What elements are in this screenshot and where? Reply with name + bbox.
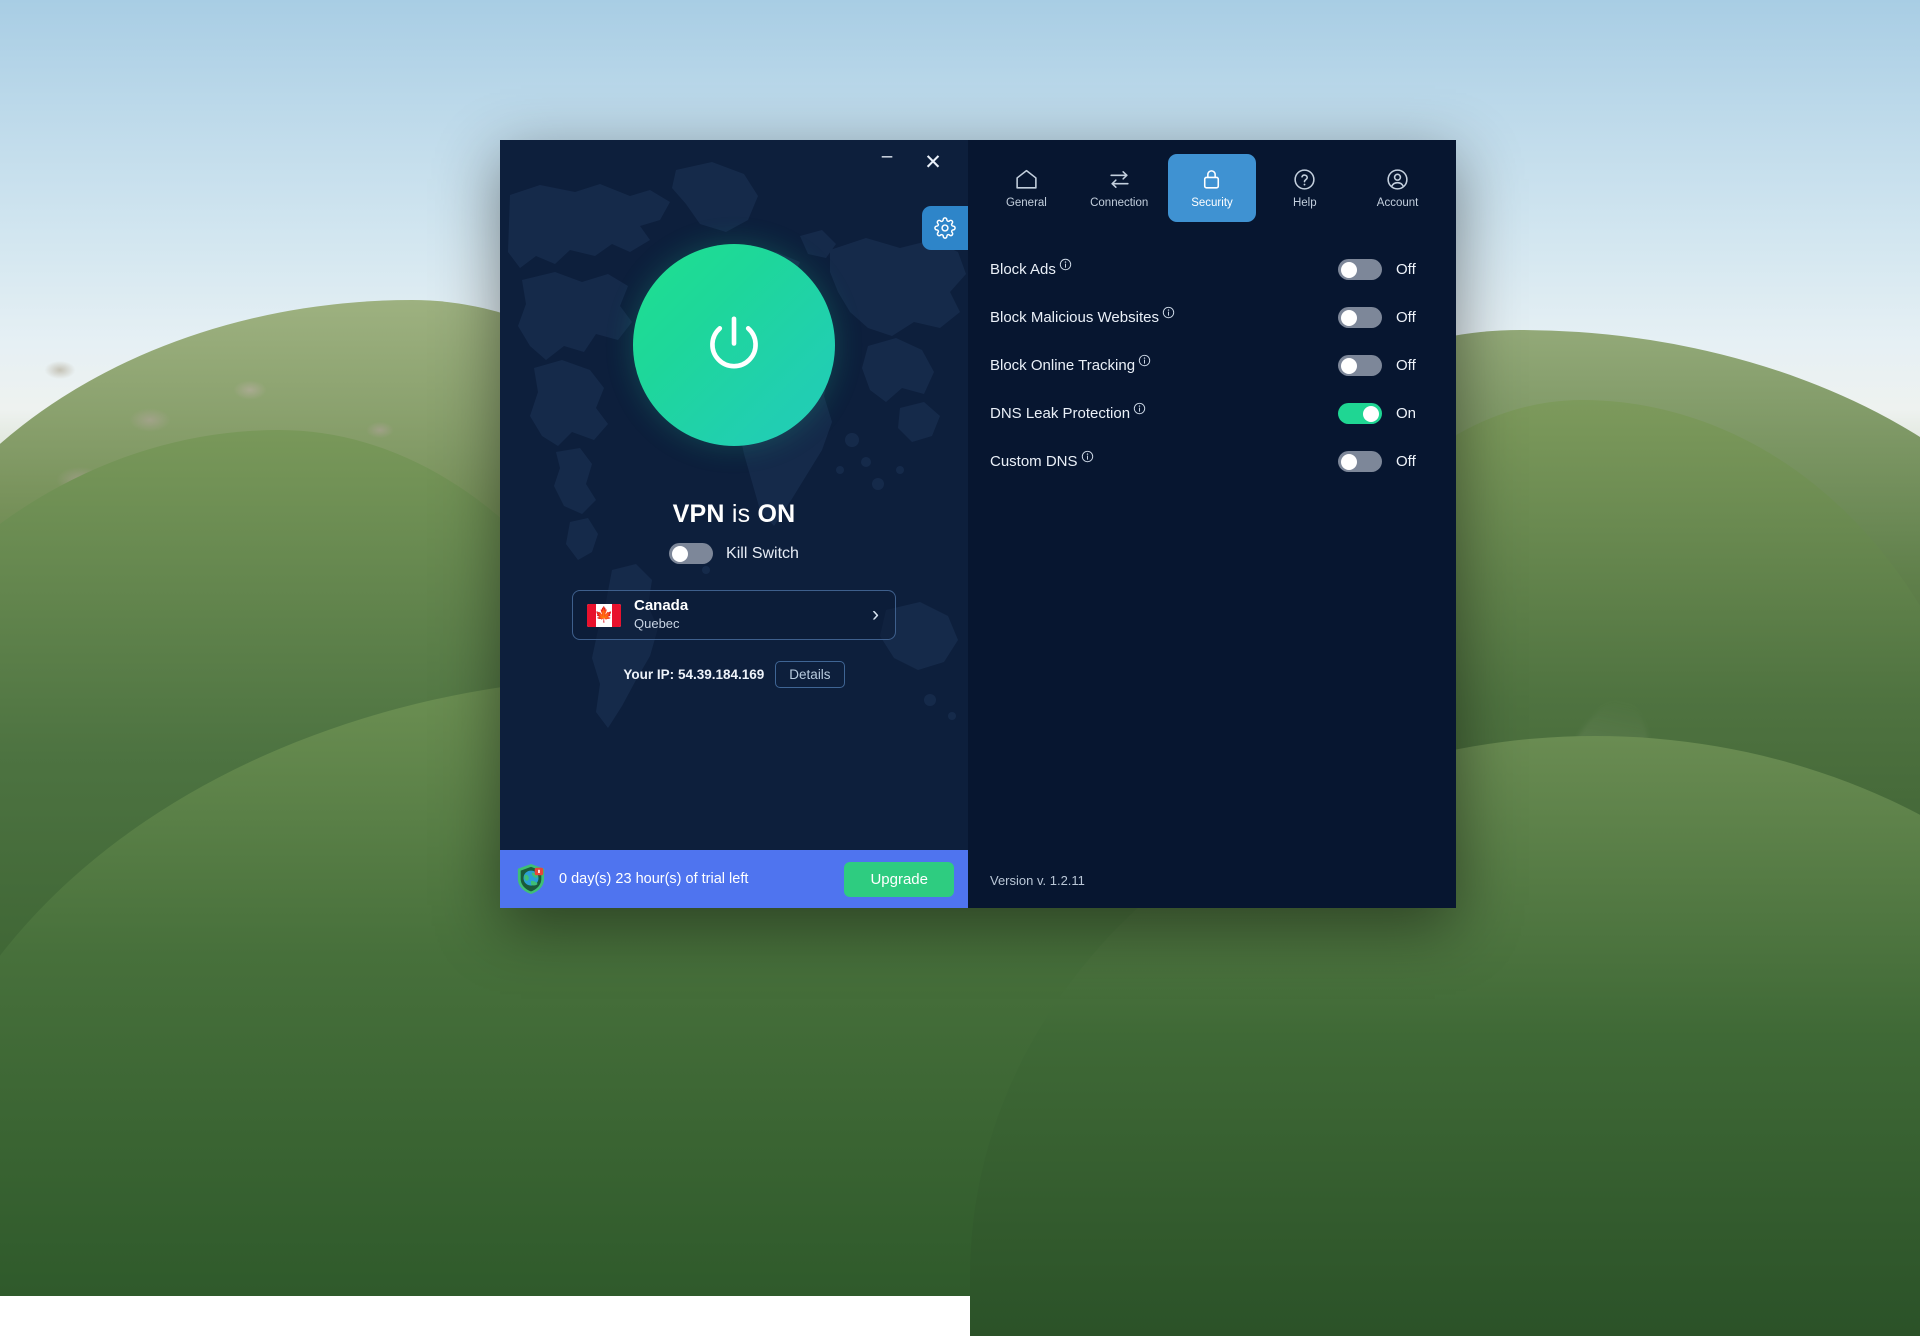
vpn-app-window: – ✕ VPN is ON Kill Switch 🍁 Canada Quebe… bbox=[500, 140, 1456, 908]
toggle-block-online-tracking[interactable] bbox=[1338, 355, 1382, 376]
minimize-button[interactable]: – bbox=[872, 147, 902, 177]
setting-label: DNS Leak Protection bbox=[990, 405, 1131, 422]
tab-connection-label: Connection bbox=[1090, 197, 1149, 209]
setting-row-block-malicious-websites: Block Malicious Websites Off bbox=[990, 298, 1434, 337]
toggle-block-malicious-websites[interactable] bbox=[1338, 307, 1382, 328]
info-icon[interactable] bbox=[1059, 258, 1072, 275]
toggle-state-label: On bbox=[1396, 405, 1417, 422]
toggle-state-label: Off bbox=[1396, 453, 1416, 470]
setting-control: Off bbox=[1338, 307, 1434, 328]
kill-switch-label: Kill Switch bbox=[726, 544, 799, 562]
toggle-block-ads[interactable] bbox=[1338, 259, 1382, 280]
connection-panel: – ✕ VPN is ON Kill Switch 🍁 Canada Quebe… bbox=[500, 140, 968, 908]
server-city: Quebec bbox=[634, 616, 680, 632]
info-icon[interactable] bbox=[1162, 306, 1175, 323]
home-icon bbox=[1016, 169, 1037, 189]
question-circle-icon bbox=[1294, 169, 1315, 190]
toggle-state-label: Off bbox=[1396, 357, 1416, 374]
toggle-knob bbox=[1341, 261, 1357, 278]
setting-label-wrap: DNS Leak Protection bbox=[990, 402, 1338, 422]
setting-row-block-ads: Block Ads Off bbox=[990, 250, 1434, 289]
gear-icon bbox=[934, 217, 956, 239]
power-icon bbox=[710, 316, 758, 369]
canada-flag-icon: 🍁 bbox=[587, 603, 621, 627]
tab-general-label: General bbox=[1005, 197, 1047, 209]
setting-control: On bbox=[1338, 403, 1434, 424]
setting-label-wrap: Custom DNS bbox=[990, 450, 1338, 470]
toggle-state-label: Off bbox=[1396, 309, 1416, 326]
security-panel: General Connection Security Help Account… bbox=[968, 140, 1456, 908]
version-label: Version v. 1.2.11 bbox=[990, 873, 1085, 888]
toggle-knob bbox=[1363, 405, 1379, 422]
tab-security-label: Security bbox=[1191, 197, 1233, 209]
shield-globe-icon bbox=[517, 864, 545, 894]
toggle-dns-leak-protection[interactable] bbox=[1338, 403, 1382, 424]
setting-row-block-online-tracking: Block Online Tracking Off bbox=[990, 346, 1434, 385]
toggle-knob bbox=[1341, 357, 1357, 374]
toggle-knob bbox=[1341, 453, 1357, 470]
ip-value: 54.39.184.169 bbox=[677, 667, 765, 682]
setting-label-wrap: Block Malicious Websites bbox=[990, 306, 1338, 326]
ip-address-row: Your IP: 54.39.184.169 Details bbox=[623, 661, 845, 688]
kill-switch-toggle[interactable] bbox=[669, 543, 714, 564]
tab-general[interactable]: General bbox=[982, 154, 1071, 222]
setting-control: Off bbox=[1338, 451, 1434, 472]
details-button[interactable]: Details bbox=[775, 661, 845, 688]
trial-message: 0 day(s) 23 hour(s) of trial left bbox=[559, 871, 749, 887]
info-icon[interactable] bbox=[1138, 354, 1151, 371]
setting-control: Off bbox=[1338, 355, 1434, 376]
chevron-right-icon: › bbox=[872, 603, 879, 626]
tab-account-label: Account bbox=[1376, 197, 1419, 209]
lock-icon bbox=[1204, 170, 1220, 189]
vpn-status-prefix: VPN bbox=[672, 500, 725, 528]
tab-security[interactable]: Security bbox=[1167, 154, 1257, 222]
toggle-knob bbox=[672, 545, 689, 562]
toggle-knob bbox=[1341, 309, 1357, 326]
ip-label: Your IP: bbox=[623, 667, 675, 682]
trial-banner: 0 day(s) 23 hour(s) of trial left Upgrad… bbox=[500, 850, 968, 908]
minimize-icon: – bbox=[881, 145, 893, 167]
setting-label: Block Ads bbox=[990, 261, 1056, 278]
security-settings-list: Block Ads Off Block Malicious Websites O… bbox=[968, 222, 1456, 490]
tab-help-label: Help bbox=[1292, 197, 1317, 209]
toggle-state-label: Off bbox=[1396, 261, 1416, 278]
navigation-tabs: General Connection Security Help Account bbox=[968, 140, 1456, 222]
settings-gear-button[interactable] bbox=[922, 206, 968, 250]
power-button-area bbox=[633, 244, 835, 446]
window-titlebar: – ✕ bbox=[500, 140, 968, 184]
vpn-status-suffix: ON bbox=[757, 500, 796, 528]
server-text: Canada Quebec bbox=[634, 597, 872, 633]
setting-label: Block Online Tracking bbox=[990, 357, 1136, 374]
tab-connection[interactable]: Connection bbox=[1075, 154, 1164, 222]
upgrade-button[interactable]: Upgrade bbox=[844, 861, 954, 897]
close-button[interactable]: ✕ bbox=[918, 147, 948, 177]
close-icon: ✕ bbox=[924, 150, 942, 174]
ip-address-text: Your IP: 54.39.184.169 bbox=[623, 667, 764, 682]
setting-label-wrap: Block Online Tracking bbox=[990, 354, 1338, 374]
server-country: Canada bbox=[634, 597, 689, 615]
tab-help[interactable]: Help bbox=[1260, 154, 1349, 222]
tab-account[interactable]: Account bbox=[1353, 154, 1442, 222]
setting-label-wrap: Block Ads bbox=[990, 258, 1338, 278]
kill-switch-row: Kill Switch bbox=[669, 543, 799, 564]
vpn-status-middle: is bbox=[731, 500, 751, 528]
toggle-custom-dns[interactable] bbox=[1338, 451, 1382, 472]
setting-label: Custom DNS bbox=[990, 453, 1078, 470]
transfer-arrows-icon bbox=[1110, 171, 1129, 188]
setting-row-custom-dns: Custom DNS Off bbox=[990, 442, 1434, 481]
setting-control: Off bbox=[1338, 259, 1434, 280]
vpn-status-text: VPN is ON bbox=[673, 500, 796, 529]
setting-label: Block Malicious Websites bbox=[990, 309, 1159, 326]
user-circle-icon bbox=[1387, 169, 1408, 190]
server-selector[interactable]: 🍁 Canada Quebec › bbox=[572, 590, 896, 640]
connection-body: VPN is ON Kill Switch 🍁 Canada Quebec › … bbox=[500, 184, 968, 850]
vpn-power-button[interactable] bbox=[633, 244, 835, 446]
setting-row-dns-leak-protection: DNS Leak Protection On bbox=[990, 394, 1434, 433]
info-icon[interactable] bbox=[1133, 402, 1146, 419]
info-icon[interactable] bbox=[1081, 450, 1094, 467]
